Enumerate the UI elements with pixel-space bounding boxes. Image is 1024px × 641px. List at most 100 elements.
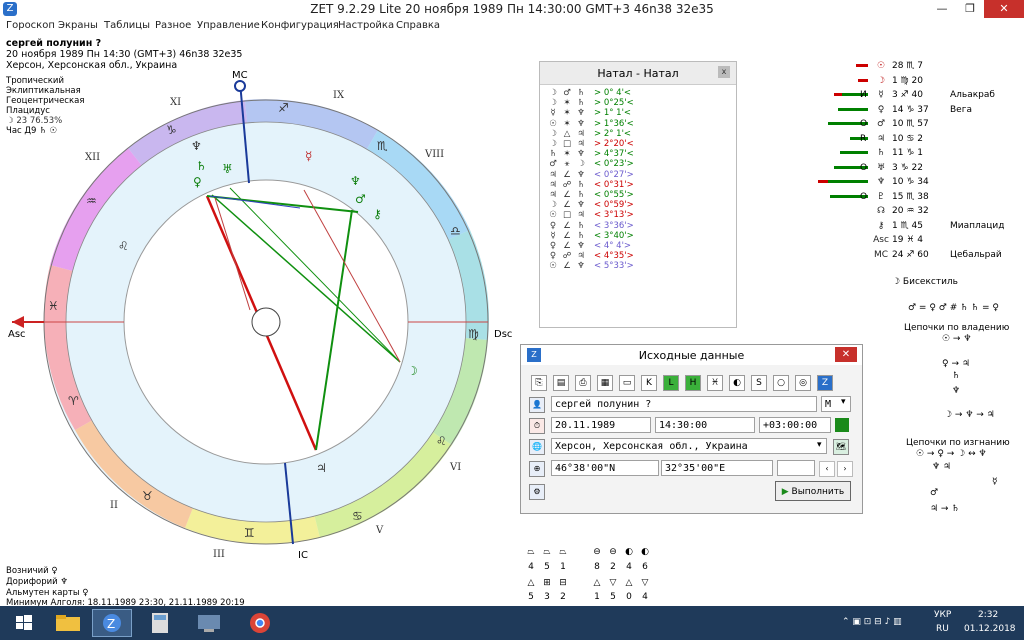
toolbar-button[interactable]: ♓ bbox=[707, 375, 723, 391]
toolbar-button[interactable]: L bbox=[663, 375, 679, 391]
network-icon[interactable] bbox=[190, 609, 230, 637]
longitude-input[interactable]: 32°35'00"E bbox=[661, 460, 773, 476]
taskbar: Z ⌃ ▣ ⊡ ⊟ ♪ ▥ УКР RU 2:32 01.12.2018 bbox=[0, 606, 1024, 640]
ownership-chain-1: ☉ → ♆ bbox=[942, 334, 972, 344]
menu-screens[interactable]: Экраны bbox=[58, 20, 98, 31]
sex-dropdown-icon[interactable]: ▾ bbox=[841, 397, 846, 407]
planet-glyph: ♄ bbox=[876, 148, 886, 158]
map-icon[interactable]: 🗺 bbox=[833, 439, 849, 455]
aspect-glyph: ☍ bbox=[562, 179, 572, 190]
prev-arrow-icon[interactable]: ‹ bbox=[819, 461, 835, 477]
element-count: 0 bbox=[626, 592, 632, 602]
aspect-glyph: ♃ bbox=[549, 190, 557, 200]
toolbar-button[interactable]: ▭ bbox=[619, 375, 635, 391]
aspect-row[interactable]: ♃ ☍ ♄ < 0°31'> bbox=[546, 180, 634, 190]
dialog-close-button[interactable]: ✕ bbox=[835, 347, 857, 362]
close-button[interactable]: ✕ bbox=[984, 0, 1024, 18]
aspect-row[interactable]: ☉ ∠ ♆ < 5°33'> bbox=[546, 261, 634, 271]
exile-glyph-d: ☿ bbox=[992, 477, 998, 487]
person-name: сергей полунин ? bbox=[6, 38, 102, 49]
windows-start-icon[interactable] bbox=[4, 609, 44, 637]
aspect-row[interactable]: ♀ ∠ ♄ < 3°36'> bbox=[546, 221, 634, 231]
aspect-orb: < 0°59'> bbox=[594, 200, 634, 211]
aspect-row[interactable]: ☽ △ ♃ > 2° 1'< bbox=[546, 129, 631, 139]
name-input[interactable]: сергей полунин ? bbox=[551, 396, 817, 412]
input-language-alt[interactable]: RU bbox=[936, 624, 949, 634]
chrome-icon[interactable] bbox=[240, 609, 280, 637]
menu-bar: Гороскоп Экраны Таблицы Разное Управлени… bbox=[0, 18, 1024, 34]
toolbar-button[interactable]: ○ bbox=[773, 375, 789, 391]
zet-app-icon[interactable]: Z bbox=[92, 609, 132, 637]
toolbar-button[interactable]: K bbox=[641, 375, 657, 391]
aspect-row[interactable]: ☽ ♂ ♄ > 0° 4'< bbox=[546, 88, 631, 98]
horoscope-wheel[interactable]: Asc Dsc MC IC XI IX XII VIII VI II III V… bbox=[0, 60, 530, 600]
latitude-input[interactable]: 46°38'00"N bbox=[551, 460, 659, 476]
menu-control[interactable]: Управление bbox=[197, 20, 260, 31]
asc-label: Asc bbox=[8, 329, 26, 340]
minimize-button[interactable]: — bbox=[928, 0, 956, 18]
toolbar-button[interactable]: ⎘ bbox=[531, 375, 547, 391]
aspect-row[interactable]: ♂ ⚹ ☽ < 0°23'> bbox=[546, 159, 634, 169]
aspect-row[interactable]: ♄ ✶ ♆ > 4°37'< bbox=[546, 149, 634, 159]
toolbar-button[interactable]: ▦ bbox=[597, 375, 613, 391]
uranus-glyph: ♅ bbox=[222, 162, 233, 176]
aspect-row[interactable]: ☽ ✶ ♄ > 0°25'< bbox=[546, 98, 634, 108]
toolbar-button[interactable]: ◐ bbox=[729, 375, 745, 391]
menu-settings[interactable]: Настройка bbox=[338, 20, 394, 31]
toolbar-button[interactable]: H bbox=[685, 375, 701, 391]
toolbar-button[interactable]: Z bbox=[817, 375, 833, 391]
planet-glyph: ☉ bbox=[876, 61, 886, 71]
aspect-row[interactable]: ☽ □ ♃ > 2°20'< bbox=[546, 139, 634, 149]
menu-tables[interactable]: Таблицы bbox=[104, 20, 150, 31]
aspect-row[interactable]: ☉ ✶ ♆ > 1°36'< bbox=[546, 119, 634, 129]
aspect-glyph: ♃ bbox=[549, 179, 557, 190]
aspect-glyph: ♄ bbox=[577, 98, 585, 109]
toolbar-button[interactable]: S bbox=[751, 375, 767, 391]
clock-date[interactable]: 01.12.2018 bbox=[964, 624, 1016, 634]
timezone-input[interactable]: +03:00:00 bbox=[759, 417, 831, 433]
aspect-row[interactable]: ♀ ☍ ♃ < 4°35'> bbox=[546, 251, 634, 261]
toolbar-button[interactable]: ⎙ bbox=[575, 375, 591, 391]
next-arrow-icon[interactable]: › bbox=[837, 461, 853, 477]
clock-time[interactable]: 2:32 bbox=[978, 610, 998, 620]
aspect-row[interactable]: ☉ □ ♃ < 3°13'> bbox=[546, 210, 634, 220]
calculator-icon[interactable] bbox=[140, 609, 180, 637]
maximize-button[interactable]: ❐ bbox=[956, 0, 984, 18]
planet-relations: ♂ = ♀ ♂ # ♄ ♄ = ♀ bbox=[908, 303, 999, 313]
play-icon: ▶ bbox=[781, 487, 789, 497]
time-input[interactable]: 14:30:00 bbox=[655, 417, 755, 433]
file-explorer-icon[interactable] bbox=[48, 609, 88, 637]
sex-select[interactable]: M bbox=[821, 396, 851, 412]
aspect-row[interactable]: ☿ ✶ ♆ > 1° 1'< bbox=[546, 108, 631, 118]
menu-help[interactable]: Справка bbox=[396, 20, 440, 31]
settings-icon[interactable]: ⚙ bbox=[529, 484, 545, 500]
input-language[interactable]: УКР bbox=[934, 610, 951, 620]
aspect-row[interactable]: ☽ ∠ ♆ < 0°59'> bbox=[546, 200, 634, 210]
toolbar-button[interactable]: ▤ bbox=[553, 375, 569, 391]
place-dropdown-icon[interactable]: ▾ bbox=[817, 440, 822, 450]
globe-icon[interactable]: 🌐 bbox=[529, 439, 545, 455]
aspect-row[interactable]: ♃ ∠ ♆ < 0°27'> bbox=[546, 170, 634, 180]
toolbar-button[interactable]: ◎ bbox=[795, 375, 811, 391]
window-title: ZET 9.2.29 Lite 20 ноября 1989 Пн 14:30:… bbox=[310, 2, 714, 16]
aspect-glyph: ♃ bbox=[577, 210, 585, 221]
tray-icons[interactable]: ⌃ ▣ ⊡ ⊟ ♪ ▥ bbox=[842, 617, 902, 627]
execute-button[interactable]: ▶ Выполнить bbox=[775, 481, 851, 501]
aspect-glyph: ☽ bbox=[549, 98, 557, 109]
aspect-orb: < 0°31'> bbox=[594, 179, 634, 190]
person-icon[interactable]: 👤 bbox=[529, 397, 545, 413]
menu-configuration[interactable]: Конфигурация bbox=[261, 20, 339, 31]
menu-misc[interactable]: Разное bbox=[155, 20, 191, 31]
coords-icon[interactable]: ⊕ bbox=[529, 461, 545, 477]
menu-horoscope[interactable]: Гороскоп bbox=[6, 20, 55, 31]
altitude-input[interactable] bbox=[777, 460, 815, 476]
aspect-row[interactable]: ♃ ∠ ♄ < 0°55'> bbox=[546, 190, 634, 200]
date-input[interactable]: 20.11.1989 bbox=[551, 417, 651, 433]
natal-panel-close-button[interactable]: x bbox=[718, 66, 730, 78]
aspect-row[interactable]: ☿ ∠ ♄ < 3°40'> bbox=[546, 231, 633, 241]
calendar-icon[interactable]: ⏱ bbox=[529, 418, 545, 434]
aspect-row[interactable]: ♀ ∠ ♆ < 4° 4'> bbox=[546, 241, 631, 251]
sign-taurus: ♉ bbox=[142, 489, 153, 503]
dst-indicator[interactable] bbox=[835, 418, 849, 432]
place-input[interactable]: Херсон, Херсонская обл., Украина bbox=[551, 438, 827, 454]
